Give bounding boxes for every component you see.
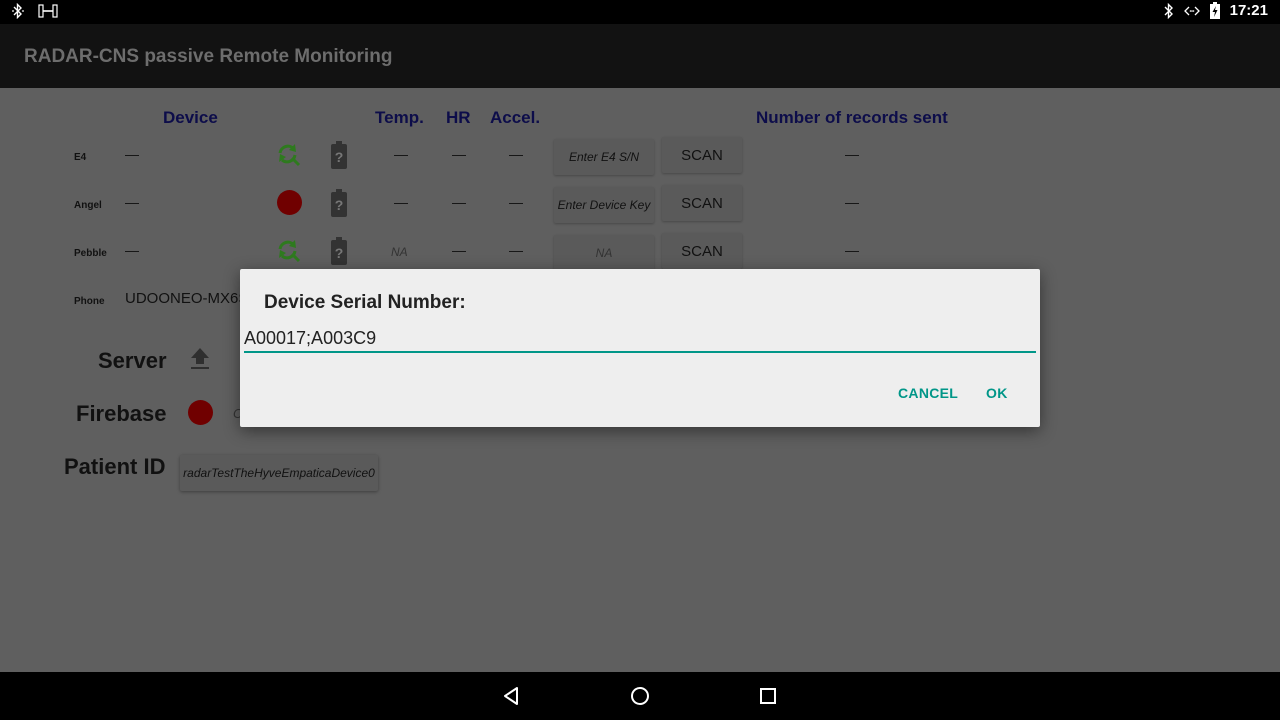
pebble-input-button: NA (554, 235, 654, 271)
firebase-status-dot-icon (188, 400, 213, 425)
dialog-title: Device Serial Number: (264, 292, 466, 313)
patient-id-label: Patient ID (64, 454, 166, 479)
svg-text:?: ? (335, 149, 344, 165)
recents-icon[interactable] (756, 684, 780, 708)
ok-button[interactable]: OK (986, 385, 1008, 401)
phone-name: UDOONEO-MX6S (125, 290, 249, 307)
bluetooth-icon (12, 3, 24, 19)
row-label: Pebble (74, 248, 107, 259)
battery-unknown-icon: ? (331, 237, 347, 270)
battery-charging-icon (1209, 2, 1220, 19)
row-label: Phone (74, 296, 105, 307)
records-value: — (845, 146, 859, 162)
patient-id-button[interactable]: radarTestTheHyveEmpaticaDevice0 (180, 455, 378, 491)
hr-value: — (452, 242, 466, 258)
accel-value: — (509, 146, 523, 162)
upload-icon (190, 346, 210, 375)
app-bar: RADAR-CNS passive Remote Monitoring (0, 24, 1280, 88)
header-hr: HR (446, 108, 471, 127)
home-icon[interactable] (628, 684, 652, 708)
header-accel: Accel. (490, 108, 541, 127)
header-device: Device (163, 108, 218, 127)
hr-value: — (452, 146, 466, 162)
temp-value: — (394, 146, 408, 162)
device-name: — (125, 146, 139, 162)
svg-text:?: ? (335, 197, 344, 213)
enter-device-key-button[interactable]: Enter Device Key (554, 187, 654, 223)
svg-text:?: ? (335, 245, 344, 261)
firebase-label: Firebase (76, 401, 167, 426)
scan-button-angel[interactable]: SCAN (662, 185, 742, 221)
device-name: — (125, 242, 139, 258)
row-label: Angel (74, 200, 102, 211)
temp-value: — (394, 194, 408, 210)
navigation-bar (0, 672, 1280, 720)
serial-number-dialog: Device Serial Number: CANCEL OK (240, 269, 1040, 427)
server-label: Server (98, 348, 167, 373)
battery-unknown-icon: ? (331, 141, 347, 174)
search-refresh-icon[interactable] (276, 142, 302, 173)
enter-e4-sn-button[interactable]: Enter E4 S/N (554, 139, 654, 175)
app-title: RADAR-CNS passive Remote Monitoring (24, 46, 393, 67)
temp-value: NA (391, 245, 408, 259)
accel-value: — (509, 242, 523, 258)
clock: 17:21 (1229, 2, 1268, 19)
hr-value: — (452, 194, 466, 210)
records-value: — (845, 242, 859, 258)
battery-unknown-icon: ? (331, 189, 347, 222)
device-name: — (125, 194, 139, 210)
scan-button-e4[interactable]: SCAN (662, 137, 742, 173)
header-temp: Temp. (375, 108, 424, 127)
search-refresh-icon[interactable] (276, 238, 302, 269)
screen: 17:21 RADAR-CNS passive Remote Monitorin… (0, 0, 1280, 720)
serial-number-input[interactable] (244, 325, 1036, 353)
header-records: Number of records sent (756, 108, 948, 127)
cancel-button[interactable]: CANCEL (898, 385, 958, 401)
back-icon[interactable] (500, 684, 524, 708)
data-transfer-icon (1183, 5, 1200, 17)
status-bar: 17:21 (0, 0, 1280, 24)
accel-value: — (509, 194, 523, 210)
records-value: — (845, 194, 859, 210)
scan-button-pebble[interactable]: SCAN (662, 233, 742, 269)
row-label: E4 (74, 152, 87, 163)
bluetooth-icon (1164, 2, 1174, 19)
disconnected-dot-icon (277, 190, 302, 215)
device-link-icon (38, 4, 58, 18)
